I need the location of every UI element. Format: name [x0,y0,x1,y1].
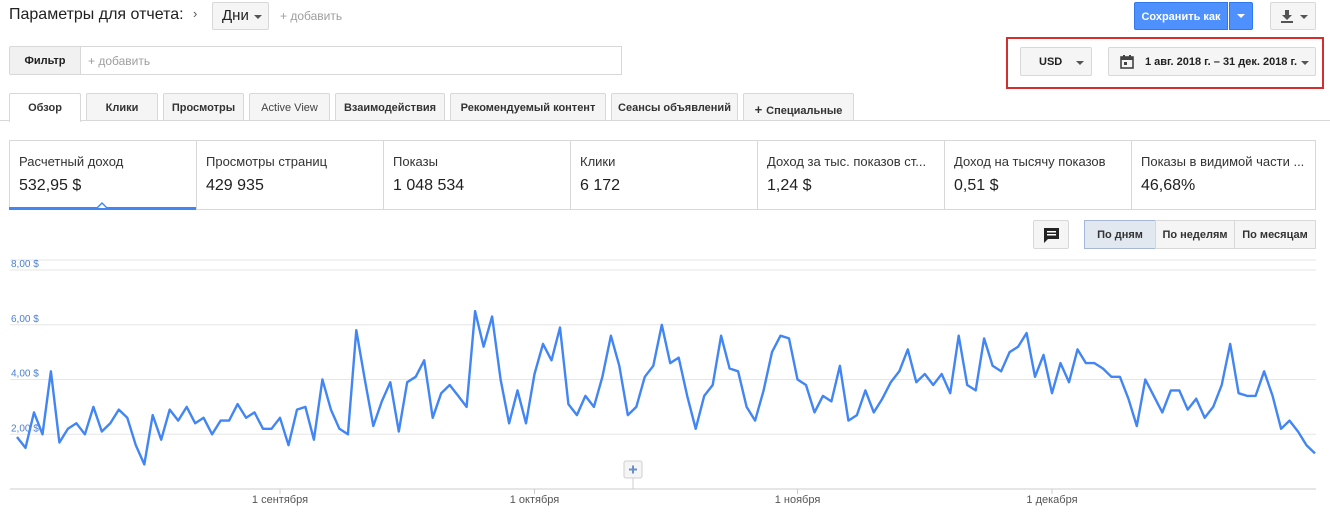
metric-card-page-views[interactable]: Просмотры страниц 429 935 [197,141,384,209]
metric-card-impressions[interactable]: Показы 1 048 534 [384,141,571,209]
chevron-right-icon: › [193,6,198,21]
metric-value: 1 048 534 [393,177,465,194]
currency-dropdown[interactable]: USD [1020,47,1092,76]
caret-down-icon [1300,15,1308,19]
tab-clicks[interactable]: Клики [86,93,158,120]
dimension-label: Дни [222,7,249,24]
metric-label: Просмотры страниц [206,154,328,169]
y-tick-label: 8,00 $ [11,259,39,270]
x-tick-label: 1 ноября [775,494,821,506]
period-weekly-button[interactable]: По неделям [1155,220,1235,249]
save-as-button[interactable]: Сохранить как [1134,2,1228,30]
tab-recommended-content[interactable]: Рекомендуемый контент [450,93,606,120]
metric-value: 0,51 $ [954,177,999,194]
metric-label: Доход за тыс. показов ст... [767,154,927,169]
metric-value: 532,95 $ [19,177,82,194]
tab-overview[interactable]: Обзор [9,93,81,122]
metric-label: Расчетный доход [19,154,124,169]
download-button[interactable] [1270,2,1316,30]
plus-icon: + [754,102,763,117]
metric-scorecards: Расчетный доход 532,95 $ Просмотры стран… [9,140,1316,210]
metric-card-page-rpm[interactable]: Доход за тыс. показов ст... 1,24 $ [758,141,945,209]
report-params-title: Параметры для отчета: [9,6,184,23]
period-monthly-button[interactable]: По месяцам [1234,220,1316,249]
comment-icon [1044,228,1059,243]
metric-value: 46,68% [1141,177,1196,194]
metric-value: 1,24 $ [767,177,812,194]
x-tick-label: 1 сентября [252,494,308,506]
caret-down-icon [1237,14,1245,18]
caret-down-icon [1301,61,1309,65]
download-icon [1281,10,1293,23]
calendar-icon [1120,55,1134,69]
y-tick-label: 6,00 $ [11,314,39,325]
selected-metric-notch-inner [98,204,106,208]
period-daily-button[interactable]: По дням [1084,220,1156,249]
metric-card-estimated-revenue[interactable]: Расчетный доход 532,95 $ [10,141,197,209]
report-tabs: Обзор Клики Просмотры Active View Взаимо… [0,93,1330,122]
report-page: Параметры для отчета: › Дни + добавить С… [0,0,1330,518]
metric-label: Клики [580,154,616,169]
metric-label: Показы в видимой части ... [1141,154,1305,169]
currency-label: USD [1039,56,1063,68]
annotations-button[interactable] [1033,220,1069,249]
x-tick-label: 1 декабря [1026,494,1077,506]
metric-value: 429 935 [206,177,264,194]
tab-active-view[interactable]: Active View [249,93,330,120]
filter-input[interactable] [80,46,622,75]
date-range-picker[interactable]: 1 авг. 2018 г. – 31 дек. 2018 г. [1108,47,1316,76]
revenue-line-chart: 8,00 $ 6,00 $ 4,00 $ 2,00 $ 1 сентября 1 октя… [10,259,1316,506]
tab-ad-sessions[interactable]: Сеансы объявлений [611,93,738,120]
caret-down-icon [254,15,262,19]
add-dimension-link[interactable]: + добавить [280,9,342,23]
date-range-label: 1 авг. 2018 г. – 31 дек. 2018 г. [1145,56,1298,68]
metric-label: Показы [393,154,438,169]
metric-card-viewability[interactable]: Показы в видимой части ... 46,68% [1132,141,1315,209]
metric-value: 6 172 [580,177,621,194]
dimension-dropdown[interactable]: Дни [212,2,269,30]
caret-down-icon [1076,61,1084,65]
series-line-revenue [16,309,1316,466]
tab-views[interactable]: Просмотры [163,93,244,120]
tab-interactions[interactable]: Взаимодействия [335,93,445,120]
metric-card-clicks[interactable]: Клики 6 172 [571,141,758,209]
save-options-dropdown[interactable] [1229,2,1253,30]
y-tick-label: 2,00 $ [11,423,39,434]
y-tick-label: 4,00 $ [11,369,39,380]
filter-label[interactable]: Фильтр [9,46,81,75]
x-tick-label: 1 октября [510,494,560,506]
metric-card-impression-rpm[interactable]: Доход на тысячу показов 0,51 $ [945,141,1132,209]
metric-label: Доход на тысячу показов [954,154,1106,169]
tab-custom[interactable]: + Специальные [743,93,854,120]
tab-custom-label: Специальные [766,105,843,117]
